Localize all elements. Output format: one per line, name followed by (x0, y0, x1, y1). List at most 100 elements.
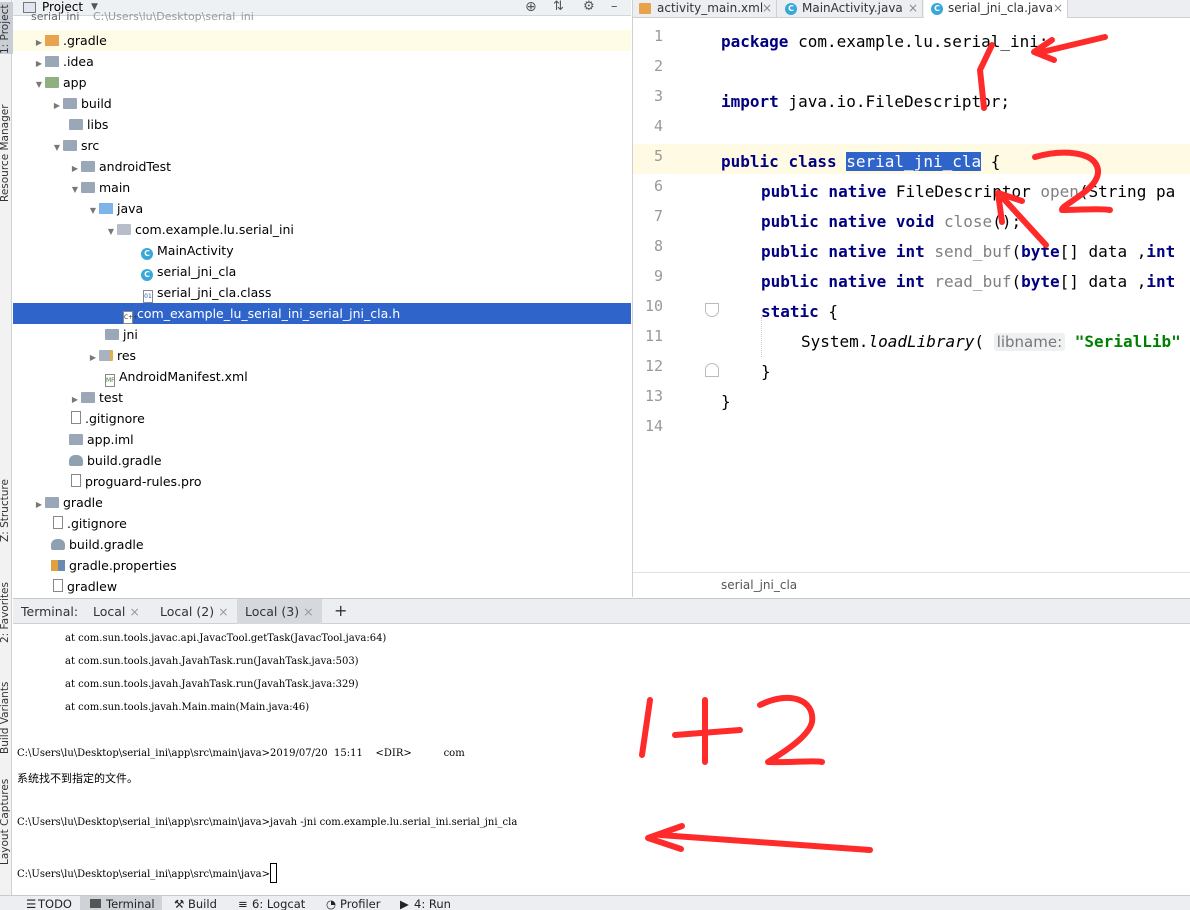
line-number: 13 (644, 387, 663, 405)
close-tab-icon[interactable]: × (908, 0, 918, 17)
code-token: open (1040, 182, 1079, 201)
code-line: } (761, 357, 771, 387)
collapse-arrow-icon[interactable]: ▼ (33, 74, 45, 95)
tab-activity-main-xml[interactable]: activity_main.xml × (633, 0, 777, 18)
bottom-tab-terminal[interactable]: Terminal (80, 896, 162, 910)
tree-row[interactable]: Cserial_jni_cla (13, 261, 631, 282)
folder-icon (81, 161, 95, 172)
tree-item-label: gradle (63, 495, 103, 510)
folder-icon (45, 56, 59, 67)
code-token: int (1146, 242, 1176, 261)
collapse-arrow-icon[interactable]: ▼ (87, 200, 99, 221)
tree-row[interactable]: ▼ src (13, 135, 631, 156)
code-token: read_buf (924, 272, 1012, 291)
tree-row[interactable]: jni (13, 324, 631, 345)
code-token: close (934, 212, 993, 231)
tree-row[interactable]: .gitignore (13, 513, 631, 534)
tree-row[interactable]: libs (13, 114, 631, 135)
terminal-prompt-line[interactable]: C:\Users\lu\Desktop\serial_ini\app\src\m… (17, 863, 278, 883)
collapse-arrow-icon[interactable]: ▼ (69, 179, 81, 200)
expand-arrow-icon[interactable]: ▶ (69, 389, 81, 410)
code-token: import (721, 92, 779, 111)
terminal-tab-local-2[interactable]: Local (2) × (152, 599, 237, 624)
class-icon: C (785, 3, 797, 15)
tree-row[interactable]: C MainActivity (13, 240, 631, 261)
expand-arrow-icon[interactable]: ▶ (33, 494, 45, 515)
tree-row[interactable]: MF AndroidManifest.xml (13, 366, 631, 387)
editor-breadcrumb[interactable]: serial_jni_cla (633, 572, 1190, 597)
bottom-tab-logcat[interactable]: ≡ 6: Logcat (238, 896, 305, 910)
tree-row[interactable]: ▶ test (13, 387, 631, 408)
tree-row[interactable]: ▶ .idea (13, 51, 631, 72)
expand-arrow-icon[interactable]: ▶ (33, 32, 45, 53)
tree-row[interactable]: build.gradle (13, 450, 631, 471)
tool-tab-project[interactable]: 1: Project (0, 2, 13, 54)
left-tool-strip: 1: Project Resource Manager Z: Structure… (0, 0, 13, 895)
tree-row[interactable]: 01 serial_jni_cla.class (13, 282, 631, 303)
expand-arrow-icon[interactable]: ▶ (51, 95, 63, 116)
collapse-arrow-icon[interactable]: ▼ (51, 137, 63, 158)
tree-row[interactable]: app.iml (13, 429, 631, 450)
bottom-tab-build[interactable]: ⚒ Build (174, 896, 217, 910)
terminal-tab-local-3[interactable]: Local (3) × (237, 599, 322, 624)
terminal-output-line: at com.sun.tools.javah.JavahTask.run(Jav… (65, 679, 359, 690)
terminal-tab-local[interactable]: Local × (85, 599, 148, 624)
code-line: public native int read_buf(byte[] data ,… (761, 267, 1175, 297)
tool-tab-structure[interactable]: Z: Structure (0, 462, 13, 542)
folder-icon (81, 182, 95, 193)
tree-row[interactable]: ▶ build (13, 93, 631, 114)
fold-marker-icon[interactable] (705, 363, 719, 377)
tree-row[interactable]: .gitignore (13, 408, 631, 429)
tree-row[interactable]: proguard-rules.pro (13, 471, 631, 492)
tree-row-selected[interactable]: C++com_example_lu_serial_ini_serial_jni_… (13, 303, 631, 324)
gradle-icon (51, 539, 65, 550)
code-token: { (981, 152, 1001, 171)
close-tab-icon[interactable]: × (218, 604, 228, 619)
bottom-tab-todo[interactable]: ☰ TODO (24, 896, 72, 910)
bottom-tab-run[interactable]: ▶ 4: Run (400, 896, 451, 910)
code-line: System.loadLibrary( libname: "SerialLib" (801, 327, 1181, 357)
tree-row[interactable]: gradlew (13, 576, 631, 597)
tree-row[interactable]: gradle.properties (13, 555, 631, 576)
tool-tab-resource-manager[interactable]: Resource Manager (0, 92, 13, 202)
expand-arrow-icon[interactable]: ▶ (33, 53, 45, 74)
folder-icon (45, 497, 59, 508)
tool-tab-build-variants[interactable]: Build Variants (0, 660, 13, 754)
tree-item-label: .gitignore (85, 411, 145, 426)
expand-arrow-icon[interactable]: ▶ (87, 347, 99, 368)
new-terminal-tab-button[interactable]: + (326, 599, 355, 624)
tab-serial-jni-cla-java[interactable]: C serial_jni_cla.java × (924, 0, 1068, 18)
tree-row[interactable]: ▶ .gradle (13, 30, 631, 51)
close-tab-icon[interactable]: × (762, 0, 772, 17)
tree-row[interactable]: ▼ app (13, 72, 631, 93)
tree-row[interactable]: ▼ java (13, 198, 631, 219)
fold-marker-icon[interactable] (705, 303, 719, 317)
code-line: public class serial_jni_cla { (721, 147, 1000, 177)
resource-folder-icon (99, 350, 113, 361)
tree-row[interactable]: ▼ com.example.lu.serial_ini (13, 219, 631, 240)
tab-main-activity-java[interactable]: C MainActivity.java × (778, 0, 923, 18)
tree-item-label: gradlew (67, 579, 118, 594)
tree-item-label: gradle.properties (69, 558, 177, 573)
code-area[interactable]: package com.example.lu.serial_ini; impor… (721, 19, 1190, 572)
line-number: 14 (644, 417, 663, 435)
close-tab-icon[interactable]: × (303, 604, 313, 619)
tree-row[interactable]: ▶ res (13, 345, 631, 366)
tree-root-row[interactable]: serial_ini C:\Users\lu\Desktop\serial_in… (13, 12, 631, 22)
orange-folder-icon (45, 35, 59, 46)
bottom-tab-profiler[interactable]: ◔ Profiler (326, 896, 381, 910)
code-token: "SerialLib" (1074, 332, 1181, 351)
tool-tab-favorites[interactable]: 2: Favorites (0, 565, 13, 643)
tree-row[interactable]: build.gradle (13, 534, 631, 555)
close-tab-icon[interactable]: × (1053, 0, 1063, 17)
tree-row[interactable]: ▶ androidTest (13, 156, 631, 177)
tree-item-label: .gitignore (67, 516, 127, 531)
tree-row[interactable]: ▶ gradle (13, 492, 631, 513)
bottom-tab-label: Terminal (106, 897, 155, 910)
tool-tab-layout-captures[interactable]: Layout Captures (0, 770, 13, 865)
collapse-arrow-icon[interactable]: ▼ (105, 221, 117, 242)
close-tab-icon[interactable]: × (129, 604, 139, 619)
tree-row[interactable]: ▼ main (13, 177, 631, 198)
expand-arrow-icon[interactable]: ▶ (69, 158, 81, 179)
line-number: 10 (644, 297, 663, 315)
